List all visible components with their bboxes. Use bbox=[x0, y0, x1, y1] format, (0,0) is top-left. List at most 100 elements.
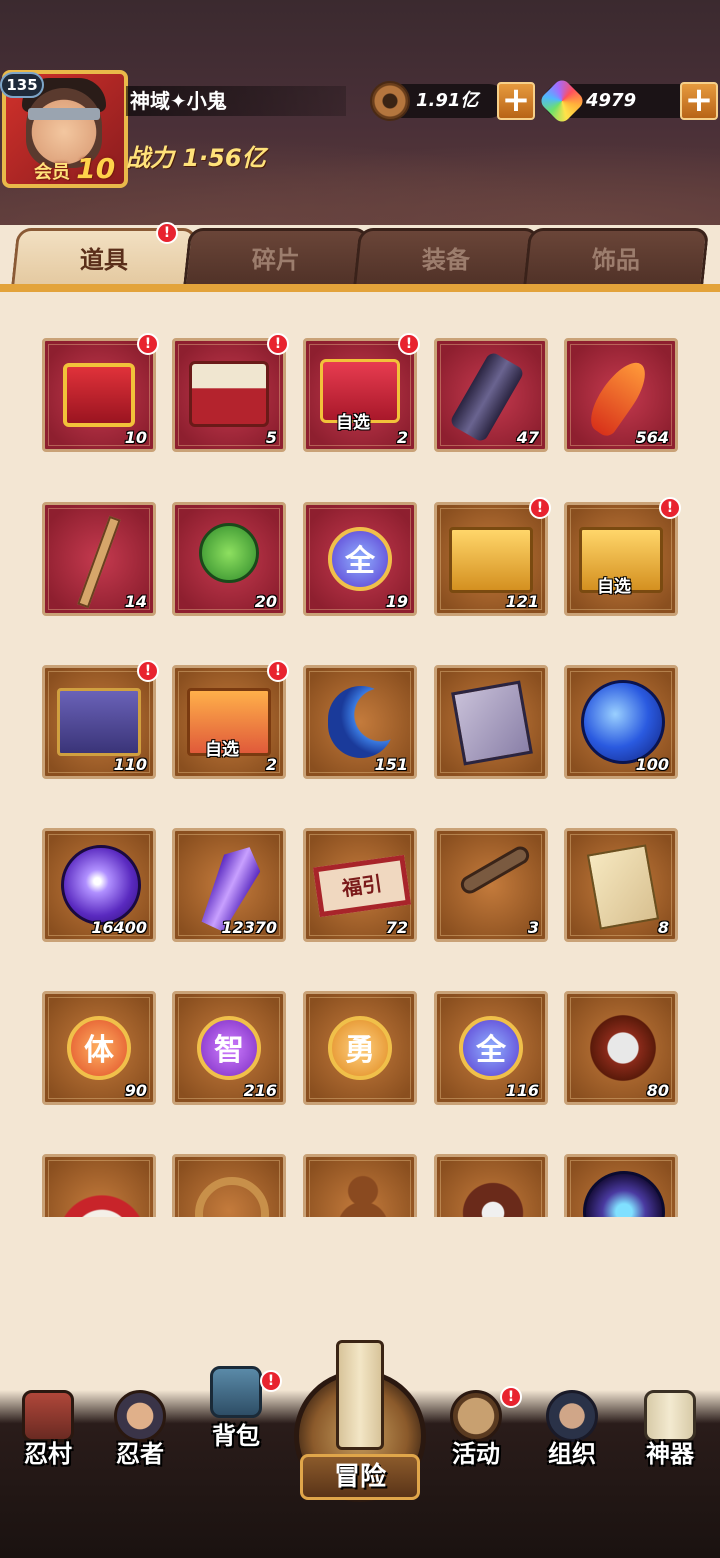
nav-organization-label: 组织 bbox=[548, 1440, 596, 1468]
nav-artifact[interactable]: 神器 bbox=[622, 1390, 718, 1490]
body-orb-icon: 体 bbox=[67, 1016, 131, 1080]
item-alert-badge: ! bbox=[529, 497, 551, 519]
item-slot[interactable]: 全 19 bbox=[303, 502, 417, 616]
tab-equipment[interactable]: 装备 bbox=[352, 228, 540, 290]
item-count: 216 bbox=[243, 1081, 277, 1100]
item-count: 80 bbox=[646, 1081, 669, 1100]
item-slot[interactable]: 自选! bbox=[564, 497, 681, 616]
item-count: 12370 bbox=[221, 918, 277, 937]
backpack-icon bbox=[210, 1366, 262, 1418]
item-count: 14 bbox=[124, 592, 147, 611]
item-count: 16400 bbox=[91, 918, 147, 937]
gourd-icon bbox=[338, 1171, 388, 1217]
nav-backpack-alert-badge: ! bbox=[260, 1370, 282, 1392]
red-gift-box-icon bbox=[63, 363, 135, 427]
item-alert-badge: ! bbox=[267, 333, 289, 355]
paper-talisman-icon bbox=[586, 844, 660, 930]
item-slot[interactable] bbox=[564, 1154, 678, 1217]
item-count: 564 bbox=[635, 428, 669, 447]
nav-village[interactable]: 忍村 bbox=[0, 1390, 96, 1490]
item-count: 100 bbox=[635, 755, 669, 774]
all-orb-icon: 全 bbox=[328, 527, 392, 591]
nav-artifact-label: 神器 bbox=[646, 1440, 694, 1468]
item-slot[interactable] bbox=[172, 1154, 286, 1217]
item-slot[interactable]: 564 bbox=[564, 338, 678, 452]
item-slot[interactable]: 全 116 bbox=[434, 991, 548, 1105]
item-slot[interactable]: 10! bbox=[42, 333, 159, 452]
nav-activity[interactable]: 活动 ! bbox=[428, 1386, 524, 1490]
courage-orb-icon: 勇 bbox=[328, 1016, 392, 1080]
item-slot[interactable]: 体 90 bbox=[42, 991, 156, 1105]
item-count: 8 bbox=[657, 918, 669, 937]
item-slot[interactable] bbox=[42, 1154, 156, 1217]
category-tabs: 道具 碎片 装备 饰品 ! bbox=[0, 222, 720, 290]
item-slot[interactable]: 100 bbox=[564, 665, 678, 779]
item-slot[interactable]: 110! bbox=[42, 660, 159, 779]
item-slot[interactable]: 16400 bbox=[42, 828, 156, 942]
item-count: 20 bbox=[254, 592, 277, 611]
add-coins-button[interactable]: + bbox=[497, 82, 535, 120]
item-slot[interactable] bbox=[434, 665, 548, 779]
purple-orb-icon bbox=[61, 845, 141, 925]
combat-power: 战力 1·56亿 bbox=[126, 144, 266, 172]
tab-fragments[interactable]: 碎片 bbox=[182, 228, 370, 290]
item-grid: 10! 5! 自选 2! 47 564 14 20 全 19 121! 自选! 110! 自选 2! 151 1… bbox=[0, 292, 720, 1217]
tab-accessories-label: 饰品 bbox=[591, 246, 640, 274]
vip-badge[interactable]: 会员 10 bbox=[34, 152, 126, 185]
all-attr-orb-icon: 全 bbox=[459, 1016, 523, 1080]
item-slot[interactable]: 智 216 bbox=[172, 991, 286, 1105]
item-slot[interactable]: 80 bbox=[564, 991, 678, 1105]
item-count: 2 bbox=[396, 428, 408, 447]
item-count: 110 bbox=[113, 755, 147, 774]
gold-chest-icon bbox=[449, 527, 533, 593]
item-slot[interactable] bbox=[303, 1154, 417, 1217]
item-select-tag: 自选 bbox=[205, 740, 239, 760]
wisdom-orb-icon: 智 bbox=[197, 1016, 261, 1080]
green-charm-icon bbox=[199, 523, 259, 583]
feather-fan-icon bbox=[63, 1179, 141, 1217]
item-slot[interactable]: 勇 bbox=[303, 991, 417, 1105]
item-count: 116 bbox=[505, 1081, 539, 1100]
player-name: 神域✦小鬼 bbox=[126, 86, 346, 116]
coin-amount: 1.91亿 bbox=[416, 90, 479, 111]
ninja-scroll-card-icon bbox=[451, 680, 533, 766]
item-count: 47 bbox=[516, 428, 539, 447]
add-gems-button[interactable]: + bbox=[680, 82, 718, 120]
item-slot[interactable]: 47 bbox=[434, 338, 548, 452]
item-slot[interactable]: 20 bbox=[172, 502, 286, 616]
nav-activity-alert-badge: ! bbox=[500, 1386, 522, 1408]
item-count: 19 bbox=[385, 592, 408, 611]
avatar-headband bbox=[28, 108, 100, 120]
item-select-tag: 自选 bbox=[336, 413, 370, 433]
item-slot[interactable]: 8 bbox=[564, 828, 678, 942]
blue-crescent-icon bbox=[328, 686, 394, 758]
adventure-scroll-icon bbox=[336, 1340, 384, 1450]
item-slot[interactable]: 5! bbox=[172, 333, 289, 452]
item-count: 3 bbox=[527, 918, 539, 937]
nav-ninja-label: 忍者 bbox=[116, 1440, 164, 1468]
nav-backpack-label: 背包 bbox=[212, 1422, 260, 1450]
item-alert-badge: ! bbox=[137, 333, 159, 355]
blue-orb-icon bbox=[581, 680, 665, 764]
item-slot[interactable]: 151 bbox=[303, 665, 417, 779]
nav-backpack[interactable]: 背包 ! bbox=[188, 1366, 284, 1466]
nav-organization[interactable]: 组织 bbox=[524, 1390, 620, 1490]
item-count: 151 bbox=[374, 755, 408, 774]
item-slot[interactable]: 福引 72 bbox=[303, 828, 417, 942]
item-slot[interactable]: 3 bbox=[434, 828, 548, 942]
tab-accessories[interactable]: 饰品 bbox=[522, 228, 710, 290]
item-slot[interactable]: 自选 2! bbox=[303, 333, 420, 452]
item-slot[interactable]: 14 bbox=[42, 502, 156, 616]
gem-amount: 4979 bbox=[586, 90, 637, 111]
item-slot[interactable]: 自选 2! bbox=[172, 660, 289, 779]
tab-items-alert-badge: ! bbox=[156, 222, 178, 244]
item-slot[interactable]: 121! bbox=[434, 497, 551, 616]
nav-adventure[interactable]: 冒险 bbox=[290, 1340, 430, 1502]
nav-ninja[interactable]: 忍者 bbox=[92, 1390, 188, 1490]
item-slot[interactable] bbox=[434, 1154, 548, 1217]
item-slot[interactable]: 12370 bbox=[172, 828, 286, 942]
tab-items-label: 道具 bbox=[79, 246, 128, 274]
item-count: 10 bbox=[124, 428, 147, 447]
item-alert-badge: ! bbox=[267, 660, 289, 682]
tab-fragments-label: 碎片 bbox=[251, 246, 300, 274]
